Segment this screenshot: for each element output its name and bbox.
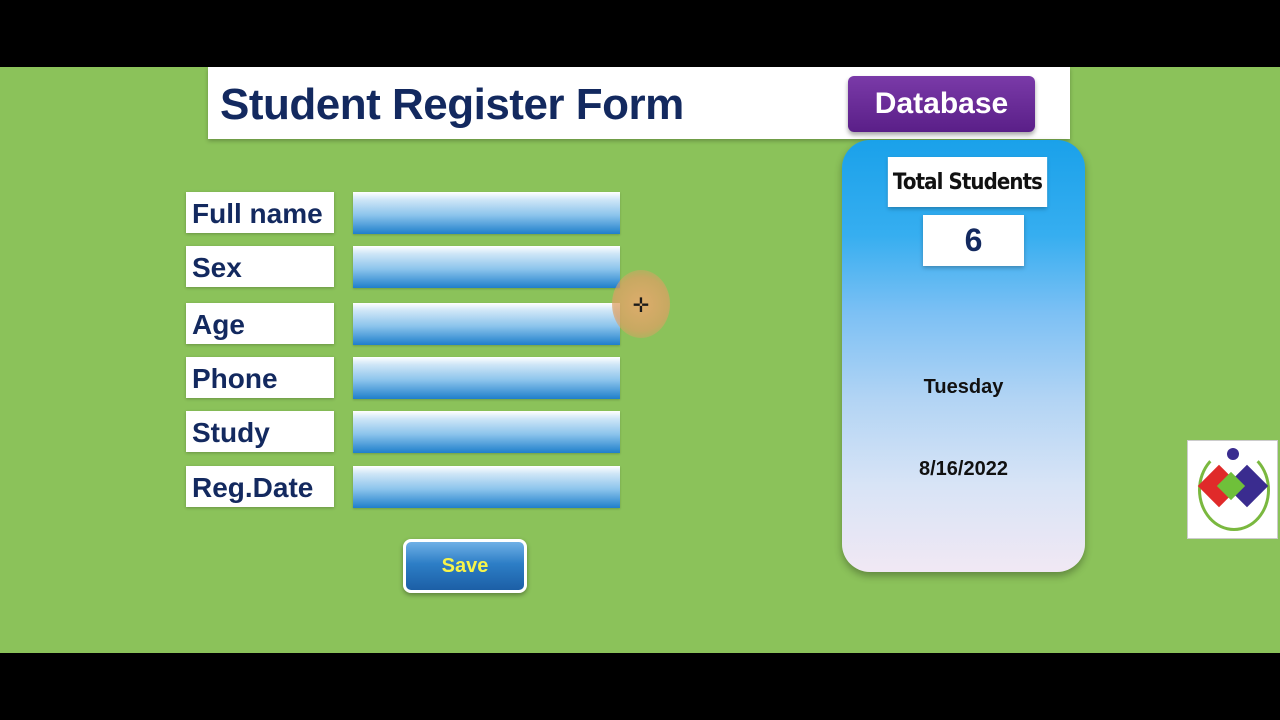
study-field[interactable] [353,411,620,453]
current-day: Tuesday [923,376,1004,398]
label-reg-date: Reg.Date [186,466,334,507]
logo-dot [1227,448,1239,460]
move-cursor-icon: ✛ [632,293,650,317]
save-button[interactable]: Save [403,539,527,593]
full-name-field[interactable] [353,192,620,234]
database-button[interactable]: Database [848,76,1035,132]
label-sex: Sex [186,246,334,287]
stats-panel: Total Students 6 Tuesday 8/16/2022 [842,140,1085,572]
sex-field[interactable] [353,246,620,288]
app-canvas: Student Register Form Database Full name… [0,67,1280,653]
label-phone: Phone [186,357,334,398]
label-full-name: Full name [186,192,334,233]
reg-date-field[interactable] [353,466,620,508]
age-field[interactable] [353,303,620,345]
label-age: Age [186,303,334,344]
brand-logo [1187,440,1278,539]
page-title: Student Register Form [220,80,684,129]
total-students-header: Total Students [887,157,1048,207]
total-students-count: 6 [923,215,1024,266]
label-study: Study [186,411,334,452]
current-date: 8/16/2022 [919,458,1008,480]
phone-field[interactable] [353,357,620,399]
title-bar: Student Register Form Database [208,67,1070,139]
